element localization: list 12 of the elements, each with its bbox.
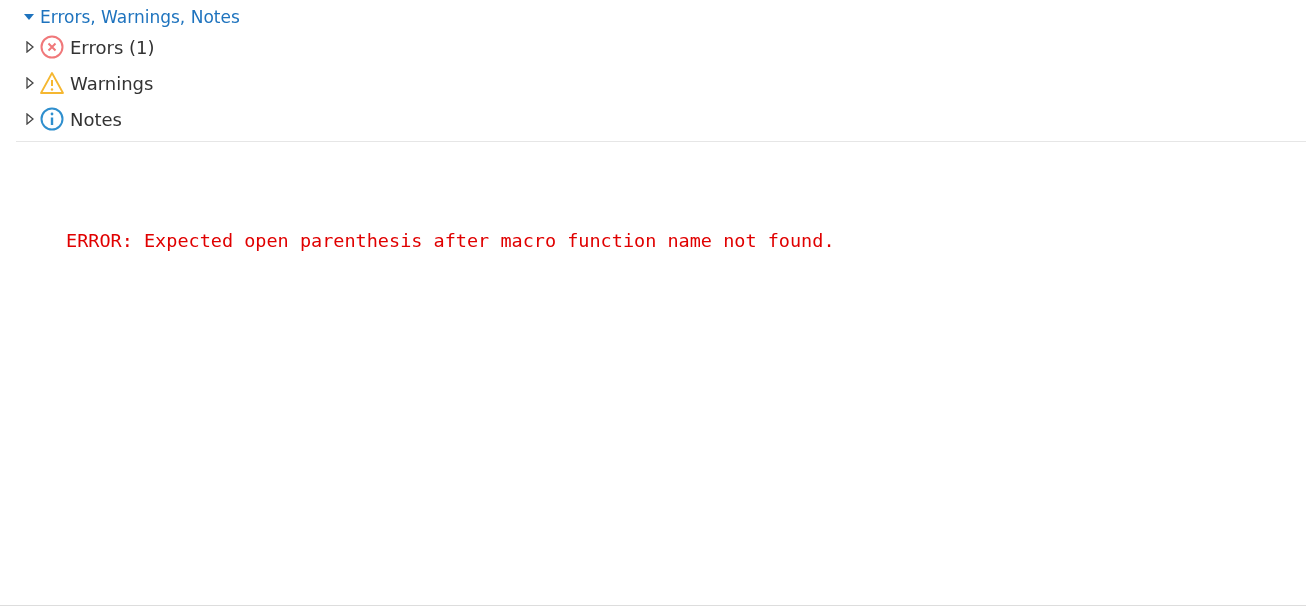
expand-icon[interactable] — [26, 113, 34, 125]
error-message: ERROR: Expected open parenthesis after macro function name not found. — [66, 230, 835, 251]
caret-icon — [24, 12, 34, 22]
tree-item[interactable]: Warnings — [70, 72, 154, 94]
error-icon — [40, 35, 64, 59]
info-icon — [40, 107, 64, 131]
section-header[interactable]: Errors, Warnings, Notes — [0, 0, 240, 29]
tree-item[interactable]: Notes — [70, 108, 122, 130]
warning-icon — [40, 71, 64, 95]
tree-item[interactable]: Errors (1) — [70, 36, 155, 58]
expand-icon[interactable] — [26, 77, 34, 89]
expand-icon[interactable] — [26, 41, 34, 53]
